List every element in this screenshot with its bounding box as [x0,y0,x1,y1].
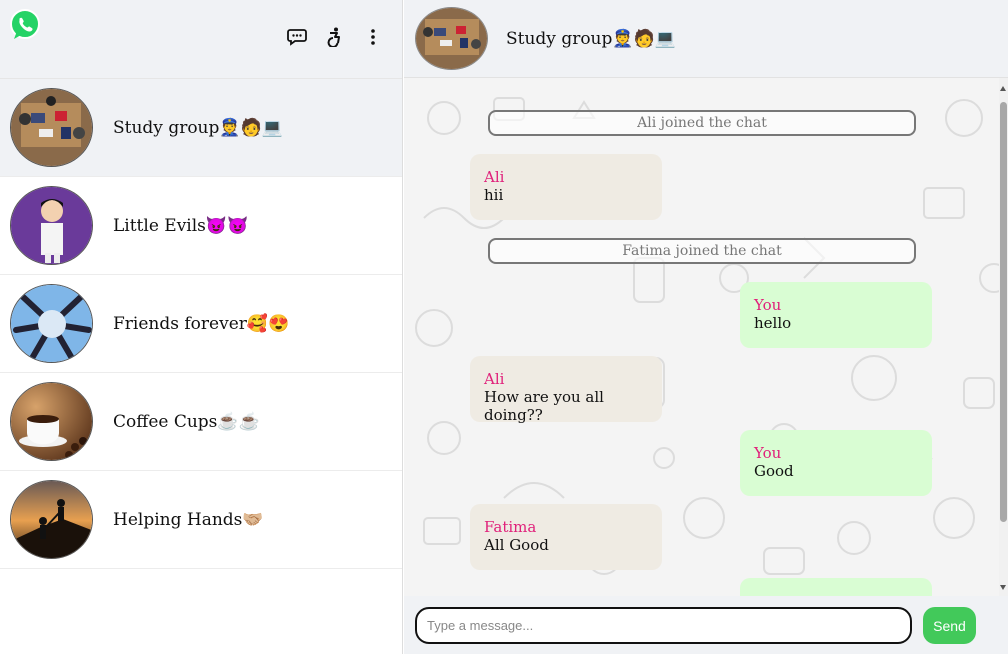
conversation-title: Study group👮🧑💻 [506,28,676,49]
scroll-thumb[interactable] [1000,102,1007,522]
message-scrollbar[interactable] [999,78,1008,596]
chat-list-pane: Study group👮🧑💻 Little Evils😈😈 Friends fo… [0,0,403,654]
avatar [10,284,93,363]
message-bubble-outgoing-partial [740,578,932,596]
system-message: Ali joined the chat [488,110,916,136]
message-bubble-incoming: Ali How are you all doing?? [470,356,662,424]
avatar [10,186,93,265]
chat-item-coffee-cups[interactable]: Coffee Cups☕☕ [0,373,402,471]
new-chat-icon[interactable] [286,26,308,48]
conversation-header[interactable]: Study group👮🧑💻 [404,0,1008,78]
chat-name: Study group👮🧑💻 [113,117,283,138]
message-sender: Ali [484,370,505,388]
message-composer: Send [404,596,1008,654]
system-message: Fatima joined the chat [488,238,916,264]
avatar [10,480,93,559]
conversation-pane: Study group👮🧑💻 Ali joined the chat Ali h… [404,0,1008,654]
message-bubble-outgoing: You hello [740,282,932,348]
chat-item-study-group[interactable]: Study group👮🧑💻 [0,79,402,177]
sidebar-header [0,0,402,79]
more-options-icon[interactable] [362,26,384,48]
sidebar-header-actions [286,26,384,48]
accessibility-icon[interactable] [324,26,346,48]
message-sender: Ali [484,168,505,186]
chat-name: Little Evils😈😈 [113,215,249,236]
message-list[interactable]: Ali joined the chat Ali hii Fatima joine… [404,78,1008,596]
scroll-down-arrow-icon[interactable] [1000,585,1006,590]
message-text: How are you all doing?? [484,388,604,424]
message-sender: You [754,296,782,314]
whatsapp-logo-icon [10,9,40,39]
message-text: Good [754,462,794,480]
avatar [10,88,93,167]
chat-item-little-evils[interactable]: Little Evils😈😈 [0,177,402,275]
message-text: hello [754,314,792,332]
avatar[interactable] [415,7,488,70]
chat-name: Friends forever🥰😍 [113,313,290,334]
chat-name: Helping Hands🤝🏼 [113,509,264,530]
message-sender: You [754,444,782,462]
send-button[interactable]: Send [923,607,976,644]
message-text: All Good [484,536,549,554]
scroll-up-arrow-icon[interactable] [1000,86,1006,91]
message-bubble-outgoing: You Good [740,430,932,496]
chat-name: Coffee Cups☕☕ [113,411,260,432]
chat-item-helping-hands[interactable]: Helping Hands🤝🏼 [0,471,402,569]
message-text: hii [484,186,504,204]
message-input[interactable] [415,607,912,644]
message-sender: Fatima [484,518,537,536]
avatar [10,382,93,461]
message-bubble-incoming: Ali hii [470,154,662,220]
chat-item-friends-forever[interactable]: Friends forever🥰😍 [0,275,402,373]
message-bubble-incoming: Fatima All Good [470,504,662,570]
